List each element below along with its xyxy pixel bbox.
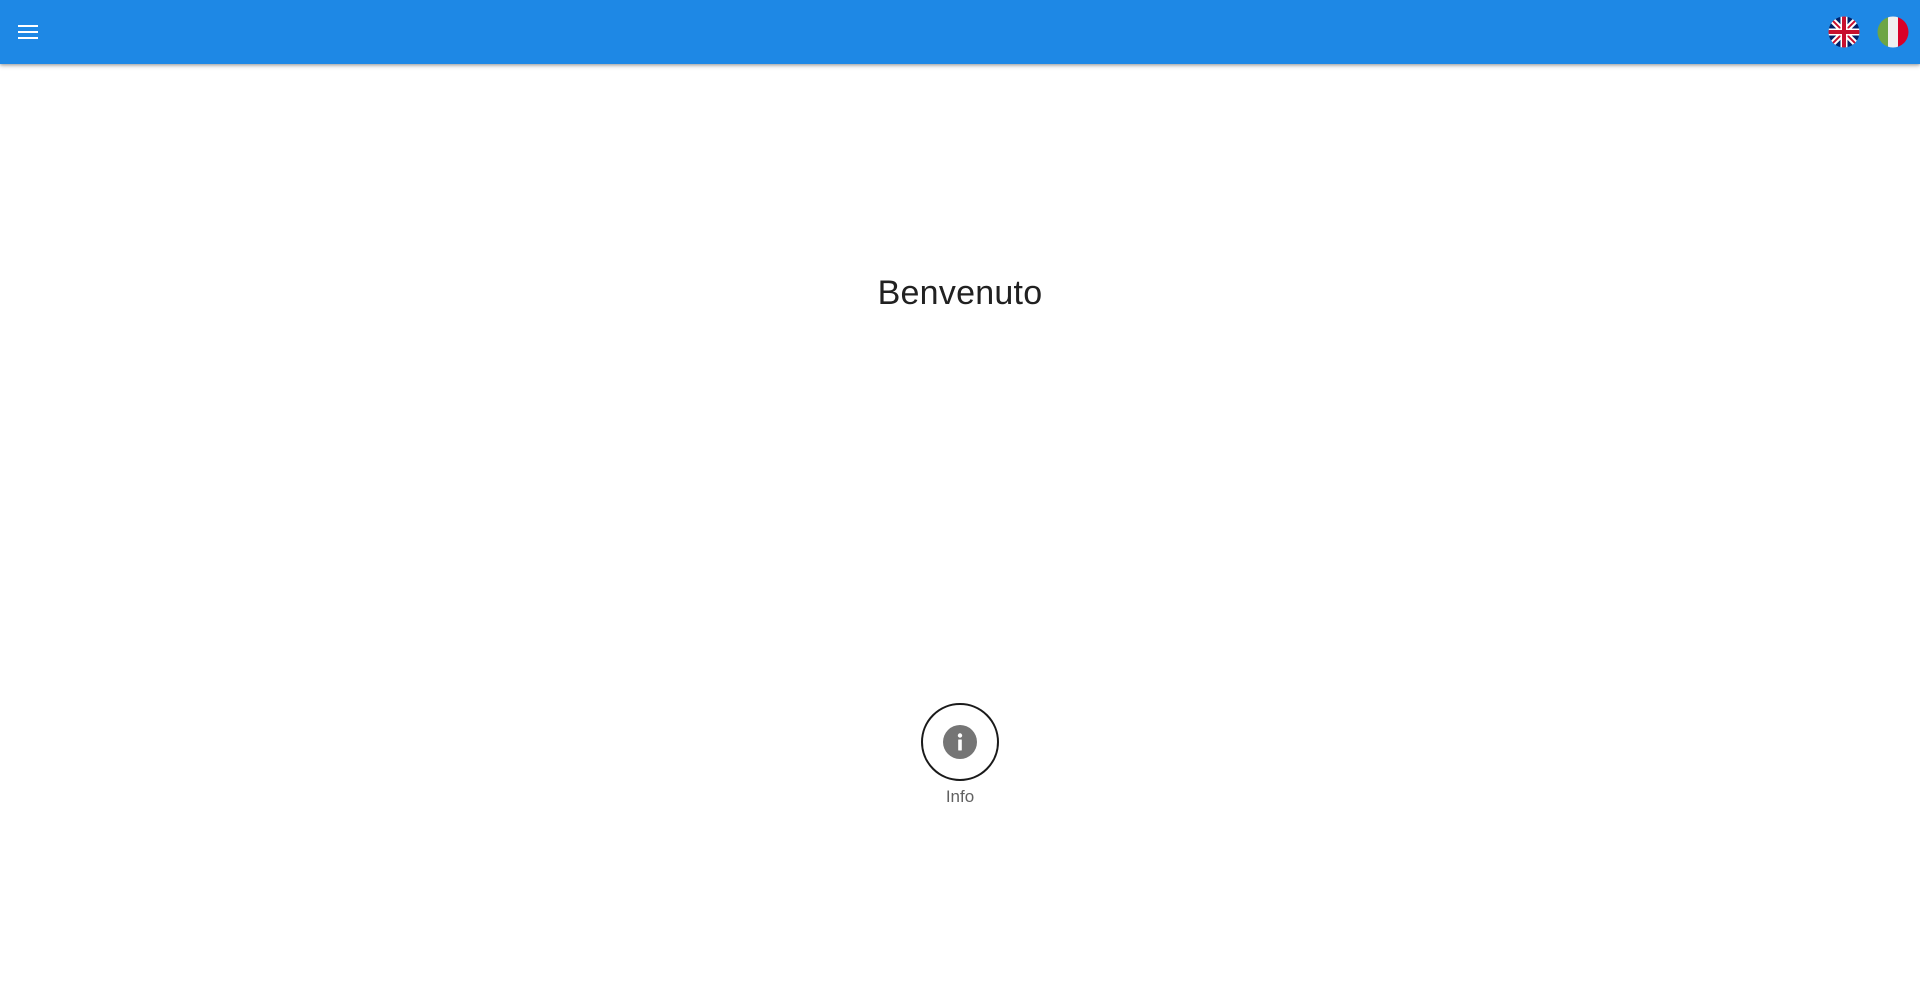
info-tile[interactable]: Info xyxy=(910,702,1010,812)
info-icon xyxy=(943,725,977,759)
uk-flag-icon xyxy=(1828,16,1860,48)
italy-flag-icon xyxy=(1877,16,1909,48)
app-bar xyxy=(0,0,1920,64)
welcome-title: Benvenuto xyxy=(877,274,1043,312)
info-label: Info xyxy=(945,787,975,806)
language-english-button[interactable] xyxy=(1827,15,1861,49)
menu-icon xyxy=(18,25,38,39)
language-italian-button[interactable] xyxy=(1876,15,1910,49)
info-button[interactable] xyxy=(921,703,999,781)
menu-button[interactable] xyxy=(8,12,48,52)
